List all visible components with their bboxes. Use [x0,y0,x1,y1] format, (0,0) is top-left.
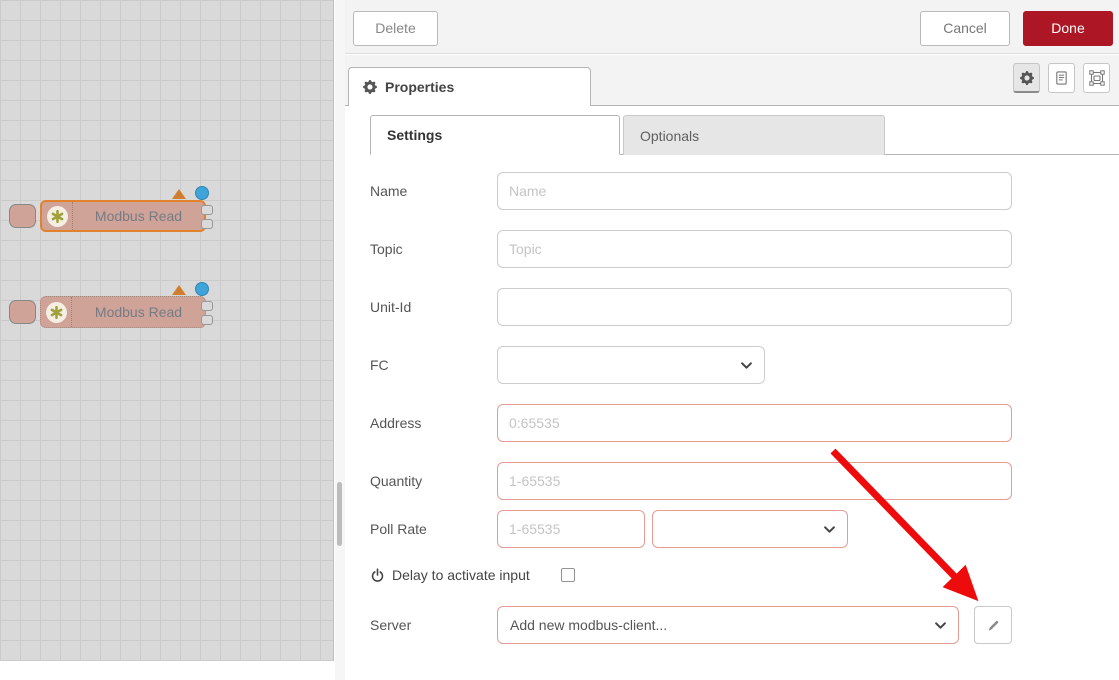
flow-canvas[interactable]: Modbus Read Modbus Read [0,0,334,661]
chevron-down-icon [741,362,752,369]
fc-select[interactable] [497,346,765,384]
tab-settings[interactable]: Settings [370,115,620,155]
delete-button[interactable]: Delete [353,11,438,46]
gear-icon [1020,71,1034,85]
node-body[interactable]: Modbus Read [40,200,206,232]
output-port[interactable] [201,219,213,229]
description-button[interactable] [1048,63,1075,93]
appearance-button[interactable] [1083,63,1110,93]
header-icon-buttons [1013,63,1110,93]
delay-row: Delay to activate input [370,562,1119,588]
properties-tab[interactable]: Properties [348,67,591,106]
fc-row: FC [370,346,1119,384]
poll-rate-input[interactable] [497,510,645,548]
changed-dot-icon [195,282,209,296]
tray-header: Properties [345,55,1119,106]
node-label: Modbus Read [73,208,204,224]
delay-label-group: Delay to activate input [370,567,530,583]
edit-form: Settings Optionals Name Topic Unit-Id FC [345,106,1119,680]
node-icon-section [41,297,72,327]
node-label: Modbus Read [72,304,205,320]
unit-id-label: Unit-Id [370,299,497,315]
gear-icon [363,80,377,94]
chevron-down-icon [935,622,946,629]
node-body[interactable]: Modbus Read [40,296,206,328]
node-button[interactable] [9,204,36,228]
unit-id-input[interactable] [497,288,1012,326]
asterisk-icon [46,302,67,323]
address-row: Address [370,404,1119,442]
name-label: Name [370,183,497,199]
properties-view-button[interactable] [1013,63,1040,93]
description-icon [1054,70,1069,86]
node-icon-section [42,202,73,230]
output-port[interactable] [201,205,213,215]
edit-server-button[interactable] [974,606,1012,644]
server-select[interactable]: Add new modbus-client... [497,606,959,644]
poll-rate-row: Poll Rate [370,510,1119,548]
output-port[interactable] [201,315,213,325]
cancel-button[interactable]: Cancel [920,11,1010,46]
name-row: Name [370,172,1119,210]
delay-label: Delay to activate input [392,567,530,583]
modbus-read-node[interactable]: Modbus Read [9,296,221,328]
poll-rate-label: Poll Rate [370,521,497,537]
topic-label: Topic [370,241,497,257]
error-triangle-icon [172,285,186,295]
power-icon [370,568,385,583]
node-button[interactable] [9,300,36,324]
properties-tab-label: Properties [385,79,454,95]
edit-tabs: Settings Optionals [370,115,1119,155]
chevron-down-icon [824,526,835,533]
delay-checkbox[interactable] [561,568,575,582]
done-button[interactable]: Done [1023,11,1113,46]
changed-dot-icon [195,186,209,200]
asterisk-icon [47,206,68,227]
topic-row: Topic [370,230,1119,268]
pencil-icon [986,618,1001,633]
tab-optionals[interactable]: Optionals [623,115,885,155]
topic-input[interactable] [497,230,1012,268]
quantity-input[interactable] [497,462,1012,500]
scrollbar-thumb[interactable] [337,482,342,546]
tray-toolbar: Delete Cancel Done [345,0,1119,54]
output-port[interactable] [201,301,213,311]
server-label: Server [370,617,497,633]
modbus-read-node[interactable]: Modbus Read [9,200,221,232]
appearance-icon [1089,70,1105,86]
tray-gutter [335,0,345,680]
fc-label: FC [370,357,497,373]
name-input[interactable] [497,172,1012,210]
quantity-label: Quantity [370,473,497,489]
unit-id-row: Unit-Id [370,288,1119,326]
server-row: Server Add new modbus-client... [370,606,1119,644]
address-input[interactable] [497,404,1012,442]
server-select-value: Add new modbus-client... [510,617,667,633]
poll-rate-unit-select[interactable] [652,510,848,548]
quantity-row: Quantity [370,462,1119,500]
error-triangle-icon [172,189,186,199]
address-label: Address [370,415,497,431]
edit-tray: Delete Cancel Done Properties [345,0,1119,680]
